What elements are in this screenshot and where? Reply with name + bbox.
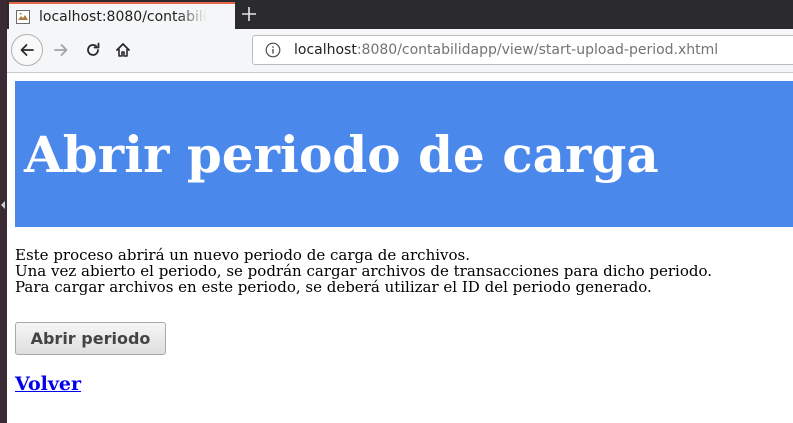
window-left-edge — [0, 0, 7, 423]
reload-icon — [87, 42, 100, 56]
collapse-arrow-icon[interactable] — [1, 201, 5, 209]
url-path: :8080/contabilidapp/view/start-upload-pe… — [356, 42, 719, 58]
back-button[interactable] — [11, 34, 43, 66]
process-description: Este proceso abrirá un nuevo periodo de … — [15, 247, 785, 295]
description-line: Para cargar archivos en este periodo, se… — [15, 278, 652, 296]
home-icon — [116, 43, 130, 57]
home-button[interactable] — [109, 36, 137, 64]
tab-title: localhost:8080/contabilidapp/view/start-… — [39, 8, 207, 25]
plus-icon[interactable] — [238, 3, 260, 25]
page-content: Abrir periodo de carga Este proceso abri… — [7, 73, 793, 423]
forward-button[interactable] — [47, 36, 75, 64]
arrow-right-icon — [54, 44, 68, 56]
url-bar[interactable]: localhost:8080/contabilidapp/view/start-… — [252, 35, 793, 65]
open-period-button[interactable]: Abrir periodo — [15, 322, 166, 355]
navigation-toolbar: localhost:8080/contabilidapp/view/start-… — [7, 29, 793, 73]
page-title: Abrir periodo de carga — [24, 124, 659, 184]
browser-tab[interactable]: localhost:8080/contabilidapp/view/start-… — [9, 2, 235, 29]
back-link[interactable]: Volver — [15, 373, 81, 395]
description-line: Este proceso abrirá un nuevo periodo de … — [15, 246, 470, 264]
info-icon[interactable] — [265, 42, 281, 58]
broken-page-icon — [15, 9, 31, 25]
page-header-banner: Abrir periodo de carga — [15, 81, 793, 227]
description-line: Una vez abierto el periodo, se podrán ca… — [15, 262, 713, 280]
arrow-left-icon — [20, 44, 34, 56]
url-host: localhost — [294, 42, 357, 58]
tab-bar: localhost:8080/contabilidapp/view/start-… — [7, 0, 793, 29]
url-text: localhost:8080/contabilidapp/view/start-… — [294, 42, 718, 58]
reload-button[interactable] — [79, 36, 107, 64]
